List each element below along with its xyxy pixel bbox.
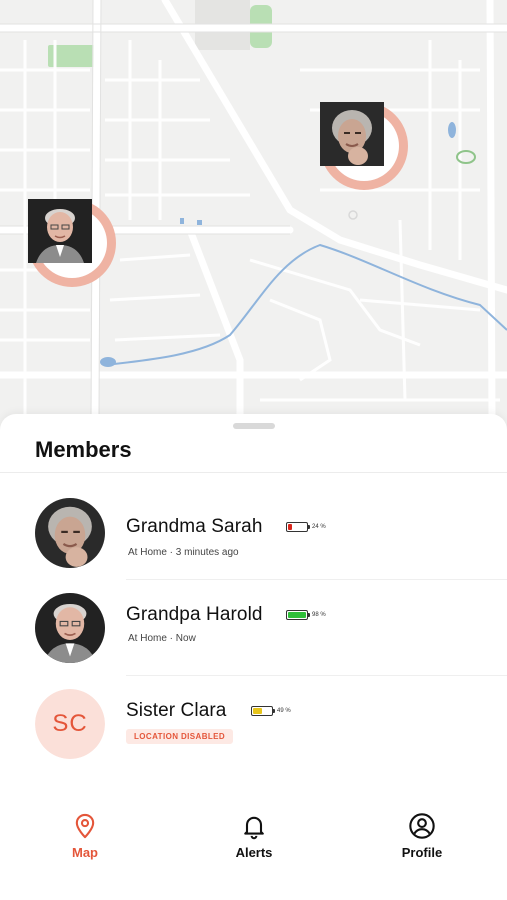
member-row-grandpa-harold[interactable]: Grandpa Harold 98 % At Home · Now — [0, 580, 507, 676]
battery-percent: 24 % — [312, 524, 326, 530]
tab-label: Alerts — [235, 845, 273, 860]
divider — [0, 472, 507, 473]
member-name: Grandma Sarah — [126, 516, 263, 537]
avatar-grandma-sarah — [320, 102, 396, 178]
battery-indicator: 98 % — [286, 610, 326, 620]
battery-indicator: 49 % — [251, 706, 291, 716]
avatar — [35, 593, 105, 663]
avatar — [35, 498, 105, 568]
battery-icon — [286, 522, 310, 532]
tab-profile[interactable]: Profile — [372, 812, 472, 860]
member-row-grandma-sarah[interactable]: Grandma Sarah 24 % At Home · 3 minutes a… — [0, 484, 507, 580]
map-pin-icon — [75, 813, 95, 839]
battery-icon — [286, 610, 310, 620]
battery-fill — [288, 524, 293, 530]
battery-fill — [253, 708, 262, 714]
avatar: SC — [35, 689, 105, 759]
member-status: At Home · 3 minutes ago — [128, 547, 239, 558]
tab-bar: Map Alerts Profile — [0, 790, 507, 900]
map-marker-grandpa-harold[interactable] — [28, 199, 116, 287]
tab-label: Map — [72, 845, 98, 860]
bell-icon — [244, 816, 264, 840]
location-disabled-badge: LOCATION DISABLED — [126, 729, 234, 744]
battery-indicator: 24 % — [286, 522, 326, 532]
battery-percent: 49 % — [277, 708, 291, 714]
battery-percent: 98 % — [312, 612, 326, 618]
member-name: Grandpa Harold — [126, 604, 263, 625]
battery-fill — [288, 612, 306, 618]
tab-map[interactable]: Map — [35, 812, 135, 860]
tab-alerts[interactable]: Alerts — [204, 812, 304, 860]
map-view[interactable] — [0, 0, 507, 440]
user-circle-icon — [409, 813, 435, 839]
avatar-grandpa-harold — [28, 199, 104, 275]
member-status: At Home · Now — [128, 633, 196, 644]
sheet-drag-handle[interactable] — [233, 423, 275, 429]
tab-label: Profile — [401, 845, 443, 860]
member-name: Sister Clara — [126, 700, 227, 721]
avatar-initials: SC — [35, 689, 105, 759]
member-row-sister-clara[interactable]: SC Sister Clara 49 % LOCATION DISABLED — [0, 676, 507, 772]
map-marker-grandma-sarah[interactable] — [320, 102, 408, 190]
battery-icon — [251, 706, 275, 716]
sheet-title: Members — [35, 437, 132, 462]
